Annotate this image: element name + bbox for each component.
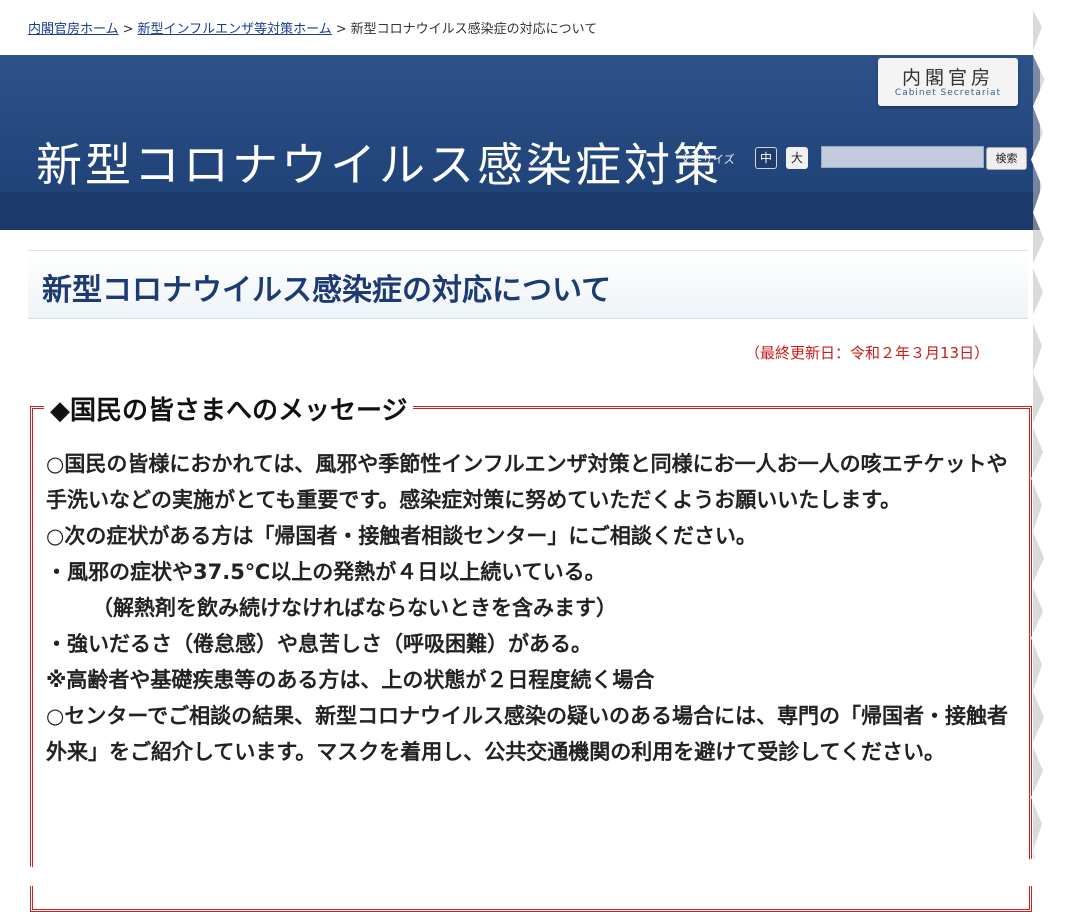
breadcrumb-separator: > [335,22,347,37]
site-title: 新型コロナウイルス感染症対策 [36,138,722,192]
message-heading: ◆国民の皆さまへのメッセージ [44,390,414,427]
page: 内閣官房ホーム > 新型インフルエンザ等対策ホーム > 新型コロナウイルス感染症の対応に… [0,0,1040,912]
message-line: ○次の症状がある方は「帰国者・接触者相談センター」にご相談ください。 [46,524,757,548]
logo-en-text: Cabinet Secretariat [894,88,1002,98]
message-line: （解熱剤を飲み続けなければならないときを含みます） [92,596,617,620]
page-title: 新型コロナウイルス感染症の対応について [42,273,612,308]
search-button[interactable]: 検索 [986,147,1027,170]
site-header: 内閣官房 Cabinet Secretariat 新型コロナウイルス感染症対策 … [0,55,1040,230]
message-body: ○国民の皆様におかれては、風邪や季節性インフルエンザ対策と同様にお一人お一人の咳… [46,446,1012,770]
breadcrumb-link-cabinet-home[interactable]: 内閣官房ホーム [28,22,119,37]
font-size-medium-button[interactable]: 中 [755,147,777,169]
font-size-label: 文字サイズ [680,153,735,166]
logo-jp-text: 内閣官房 [901,67,994,89]
message-line: ・強いだるさ（倦怠感）や息苦しさ（呼吸困難）がある。 [46,632,592,656]
font-size-large-button[interactable]: 大 [786,147,808,169]
message-line: ○センターでご相談の結果、新型コロナウイルス感染の疑いのある場合には、専門の「帰… [46,704,1009,764]
message-line: ○国民の皆様におかれては、風邪や季節性インフルエンザ対策と同様にお一人お一人の咳… [46,452,1008,512]
breadcrumb-separator: > [122,22,134,37]
breadcrumb-current: 新型コロナウイルス感染症の対応について [350,22,598,37]
last-updated: （最終更新日：令和２年３月13日） [745,344,990,362]
cabinet-logo[interactable]: 内閣官房 Cabinet Secretariat [878,58,1018,106]
page-heading-box: 新型コロナウイルス感染症の対応について [28,250,1028,319]
search-input[interactable] [821,146,984,168]
header-stripe [0,192,1040,230]
breadcrumb: 内閣官房ホーム > 新型インフルエンザ等対策ホーム > 新型コロナウイルス感染症の対応に… [28,18,597,37]
breadcrumb-link-influenza-home[interactable]: 新型インフルエンザ等対策ホーム [138,22,332,37]
message-line: ※高齢者や基礎疾患等のある方は、上の状態が２日程度続く場合 [46,668,655,692]
message-line: ・風邪の症状や37.5℃以上の発熱が４日以上続いている。 [46,560,606,584]
